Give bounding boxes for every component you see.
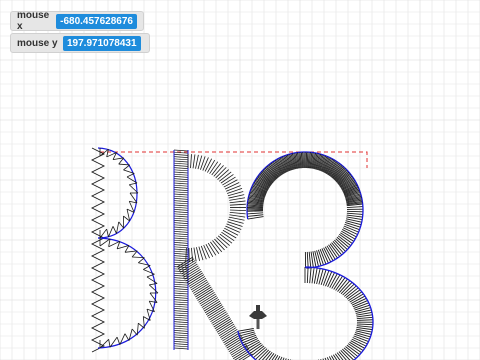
- mouse-y-monitor: mouse y 197.971078431: [10, 33, 150, 53]
- mouse-x-monitor: mouse x -680.457628676: [10, 10, 144, 32]
- mouse-x-value: -680.457628676: [56, 13, 137, 29]
- letter-r-stitches: [173, 149, 253, 360]
- letter-b-stitches: [90, 147, 159, 353]
- b-lower-bowl-outline: [97, 237, 157, 349]
- mouse-y-label: mouse y: [17, 37, 58, 49]
- mouse-y-value: 197.971078431: [63, 35, 141, 51]
- embroidery-canvas[interactable]: [0, 0, 480, 360]
- background-grid: [0, 0, 480, 360]
- mouse-x-label: mouse x: [17, 10, 50, 32]
